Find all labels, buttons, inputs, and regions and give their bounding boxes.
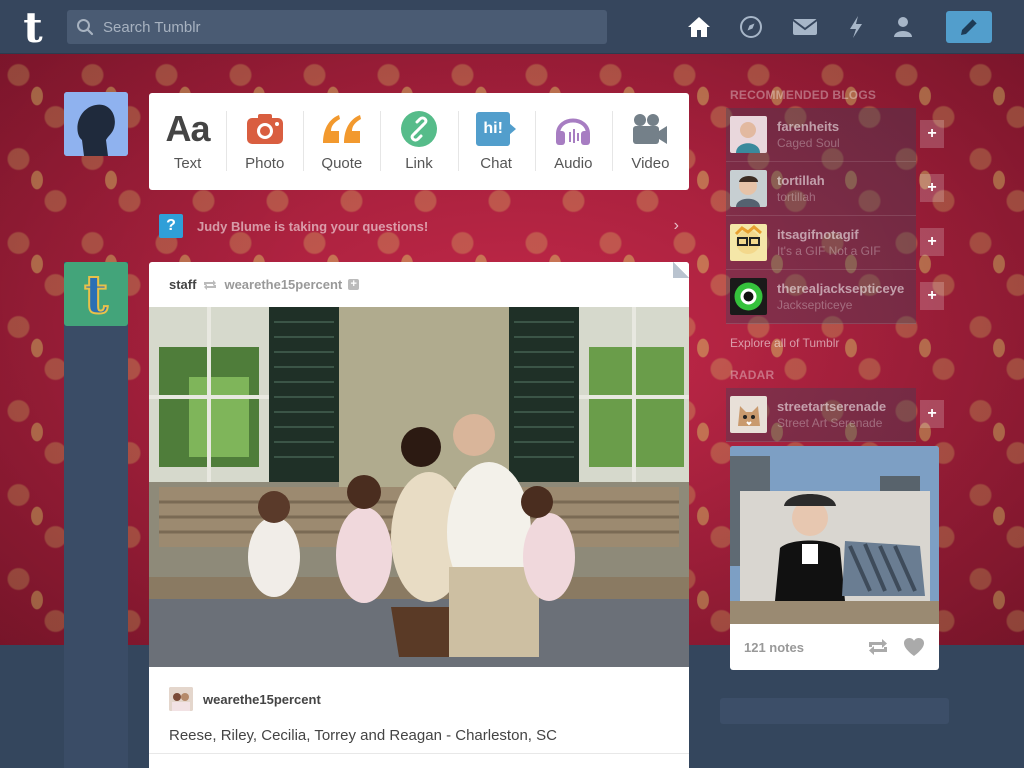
dashboard-post: staff wearethe15percent + wearethe15perc…	[149, 262, 689, 768]
post-corner-fold	[673, 262, 689, 278]
radar-card-footer: 121 notes	[730, 624, 939, 670]
radar-heading: RADAR	[730, 368, 775, 382]
reblog-icon[interactable]	[867, 638, 889, 656]
recommended-blog-item[interactable]: itsagifnotagif It's a GIF Not a GIF +	[726, 216, 944, 270]
radar-blog-item[interactable]: streetartserenade Street Art Serenade +	[726, 388, 944, 442]
user-avatar[interactable]	[64, 92, 128, 156]
ask-promo-text: Judy Blume is taking your questions!	[197, 218, 429, 234]
caption-text: Reese, Riley, Cecilia, Torrey and Reagan…	[169, 727, 557, 744]
account-person-icon[interactable]	[889, 13, 917, 41]
home-icon[interactable]	[685, 13, 713, 41]
sidebar-footer-block	[720, 698, 949, 724]
activity-lightning-icon[interactable]	[842, 13, 870, 41]
text-icon: Aa	[165, 108, 211, 149]
quote-icon	[321, 109, 363, 149]
follow-blog-button[interactable]: +	[920, 400, 944, 428]
staff-avatar[interactable]: t	[64, 262, 128, 326]
new-photo-post-button[interactable]: Photo	[226, 93, 303, 190]
follow-blog-button[interactable]: +	[920, 120, 944, 148]
new-link-post-button[interactable]: Link	[380, 93, 457, 190]
right-sidebar: RECOMMENDED BLOGS farenheits Caged Soul …	[720, 82, 950, 670]
follow-blog-button[interactable]: +	[920, 174, 944, 202]
blog-avatar	[730, 278, 767, 315]
recommended-blog-item[interactable]: tortillah tortillah +	[726, 162, 944, 216]
search-bar[interactable]	[67, 10, 607, 44]
new-audio-post-button[interactable]: Audio	[534, 93, 612, 190]
caption-author-link[interactable]: wearethe15percent	[203, 692, 321, 707]
link-icon	[400, 109, 438, 149]
headphones-icon	[554, 109, 592, 149]
post-photo[interactable]	[149, 307, 689, 667]
new-video-post-button[interactable]: Video	[611, 93, 689, 190]
tumblr-logo[interactable]: t	[14, 6, 52, 50]
new-quote-post-button[interactable]: Quote	[303, 93, 380, 190]
search-input[interactable]	[103, 18, 583, 36]
radar-photo[interactable]	[730, 446, 939, 624]
reblog-icon	[202, 279, 218, 291]
follow-blog-button[interactable]: +	[920, 228, 944, 256]
post-type-bar: Aa Text Photo Quote Link hi! Chat Audio …	[149, 93, 689, 190]
left-rail	[64, 262, 128, 768]
post-author-link[interactable]: staff	[169, 277, 196, 292]
post-header: staff wearethe15percent +	[149, 262, 689, 307]
pencil-icon	[961, 18, 978, 35]
recommended-blogs-heading: RECOMMENDED BLOGS	[730, 88, 877, 102]
blog-avatar	[730, 170, 767, 207]
camera-icon	[246, 109, 284, 149]
new-text-post-button[interactable]: Aa Text	[149, 93, 226, 190]
like-heart-icon[interactable]	[903, 637, 925, 657]
recommended-blog-item[interactable]: farenheits Caged Soul +	[726, 108, 944, 162]
explore-all-link[interactable]: Explore all of Tumblr	[720, 324, 950, 362]
caption-author-avatar[interactable]	[169, 687, 193, 711]
ask-promo-banner[interactable]: ? Judy Blume is taking your questions! ›	[149, 210, 689, 242]
blog-avatar	[730, 116, 767, 153]
blog-avatar	[730, 224, 767, 261]
follow-plus-icon[interactable]: +	[348, 279, 360, 290]
recommended-blog-item[interactable]: therealjacksepticeye Jacksepticeye +	[726, 270, 944, 324]
new-chat-post-button[interactable]: hi! Chat	[457, 93, 535, 190]
blog-avatar	[730, 396, 767, 433]
search-icon	[67, 10, 103, 44]
radar-post-card: 121 notes	[730, 446, 939, 670]
chat-icon: hi!	[476, 109, 517, 149]
radar-notes-count[interactable]: 121 notes	[744, 640, 853, 655]
compose-post-button[interactable]	[946, 11, 992, 43]
question-icon: ?	[159, 214, 183, 238]
post-caption: wearethe15percent Reese, Riley, Cecilia,…	[149, 667, 689, 744]
follow-blog-button[interactable]: +	[920, 282, 944, 310]
video-camera-icon	[631, 109, 669, 149]
inbox-mail-icon[interactable]	[791, 13, 819, 41]
top-navigation-bar: t	[0, 0, 1024, 54]
post-source-link[interactable]: wearethe15percent	[224, 277, 342, 292]
svg-text:t: t	[84, 267, 108, 321]
chevron-right-icon: ›	[673, 217, 679, 234]
explore-compass-icon[interactable]	[737, 13, 765, 41]
